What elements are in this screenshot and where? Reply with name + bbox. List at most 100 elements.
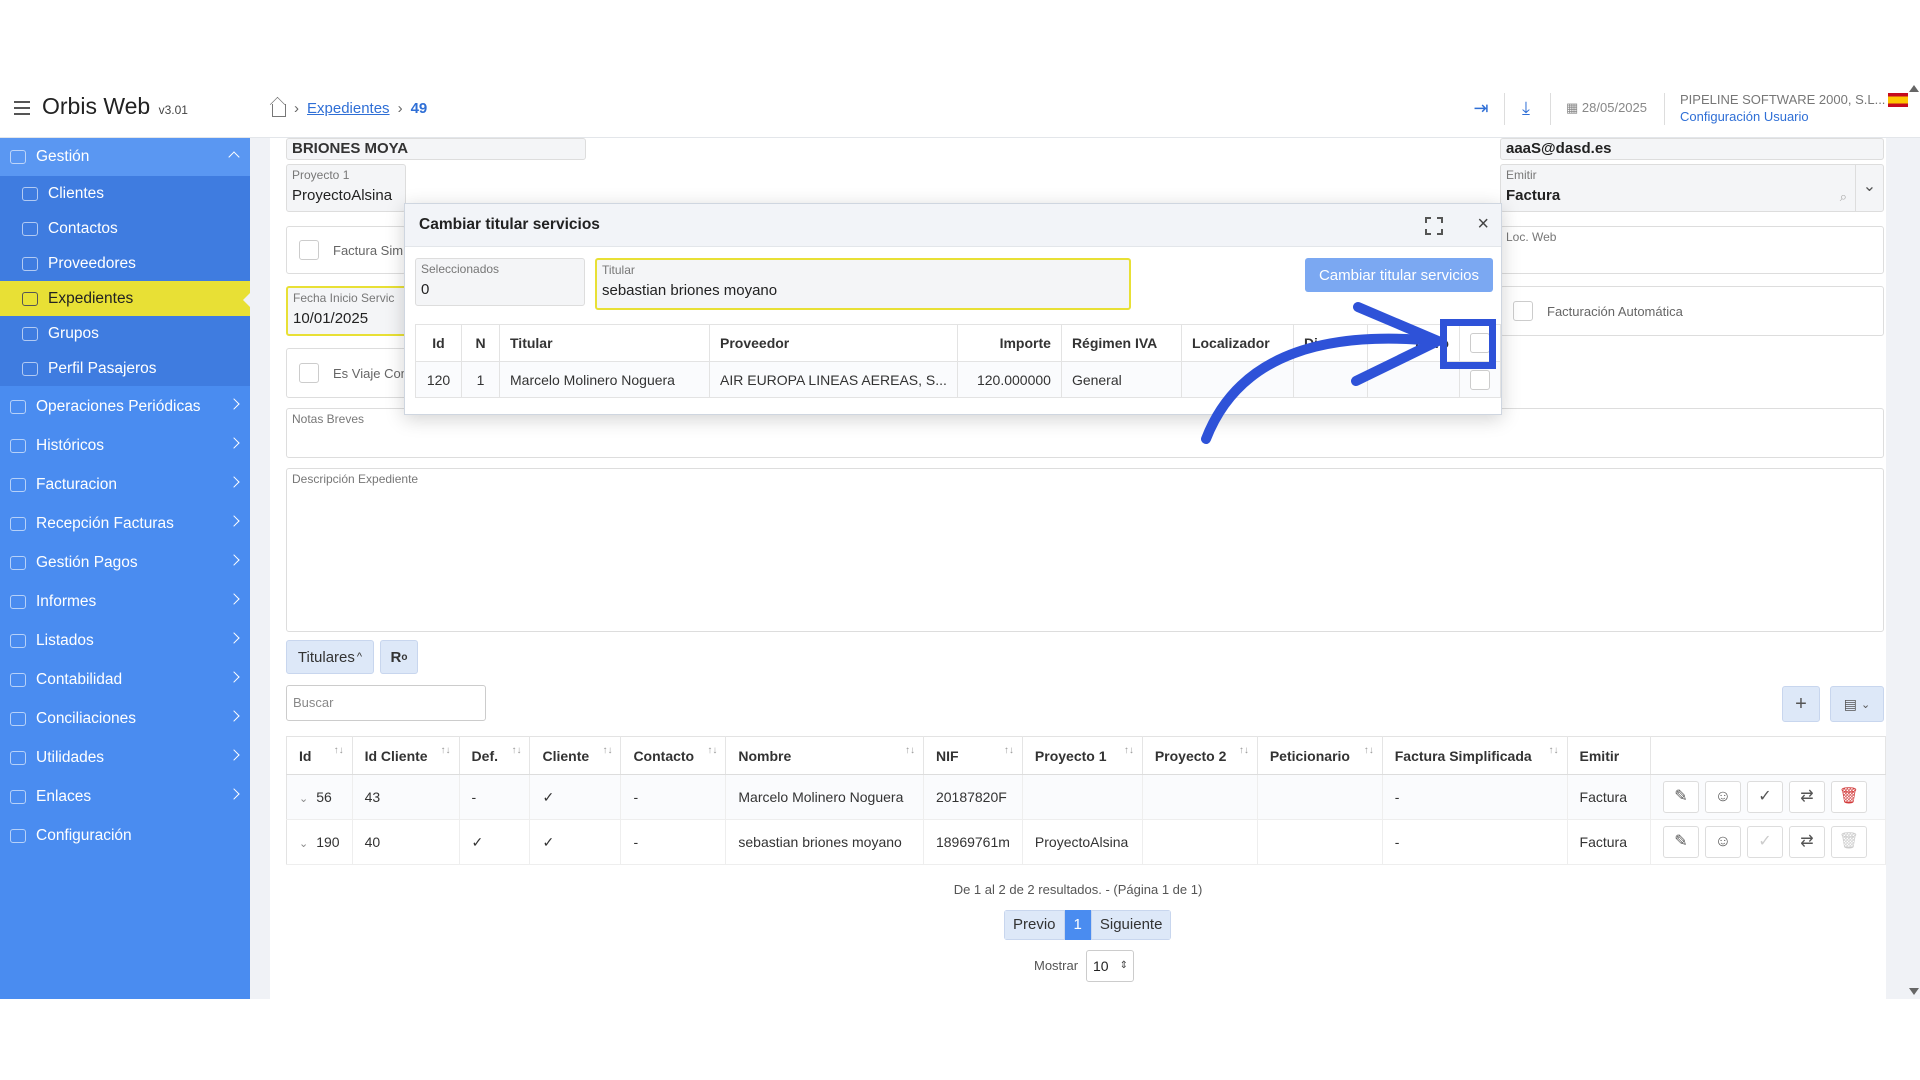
sidebar-item-expedientes[interactable]: Expedientes	[0, 281, 251, 316]
edit-pencil-icon[interactable]: ✎	[1662, 781, 1699, 813]
expand-chevron-icon[interactable]: ⌄	[299, 838, 308, 850]
loc-web-field[interactable]: Loc. Web	[1500, 226, 1884, 274]
date-text: 28/05/2025	[1581, 100, 1647, 115]
sidebar-item-label: Conciliaciones	[36, 710, 136, 727]
column-header-n[interactable]: N	[461, 324, 500, 362]
user-config-link[interactable]: Configuración Usuario	[1680, 109, 1809, 124]
scrollbar[interactable]	[1906, 81, 1920, 999]
download-icon[interactable]: ⤓	[1515, 98, 1537, 120]
sidebar-item-grupos[interactable]: Grupos	[0, 316, 250, 351]
expand-chevron-icon[interactable]: ⌄	[299, 793, 308, 805]
spain-flag-icon[interactable]	[1888, 93, 1908, 107]
titular-value: sebastian briones moyano	[602, 282, 778, 299]
header-name-field[interactable]: BRIONES MOYA	[286, 138, 586, 160]
next-page-button[interactable]: Siguiente	[1090, 910, 1172, 940]
sidebar-item-historicos[interactable]: Históricos	[0, 427, 250, 465]
column-header-proveedor[interactable]: Proveedor	[709, 324, 958, 362]
user-assign-icon[interactable]: Ro	[380, 640, 418, 674]
swap-arrows-icon[interactable]: ⇄	[1788, 826, 1825, 858]
sidebar-group-gestion[interactable]: Gestión	[0, 138, 250, 176]
user-view-icon[interactable]: ☺	[1704, 781, 1741, 813]
column-header-proyecto2[interactable]: Proyecto 2 ↑↓	[1142, 736, 1258, 775]
user-view-icon[interactable]: ☺	[1704, 826, 1741, 858]
sidebar-item-label: Listados	[36, 632, 94, 649]
column-header-id-cliente[interactable]: Id Cliente ↑↓	[352, 736, 460, 775]
close-icon[interactable]: ×	[1477, 213, 1489, 236]
list-icon	[10, 634, 26, 648]
prev-page-button[interactable]: Previo	[1004, 910, 1065, 940]
emitir-select[interactable]: Emitir Factura ⌕ ⌄	[1500, 164, 1884, 212]
swap-arrows-icon[interactable]: ⇄	[1788, 781, 1825, 813]
viaje-combinado-checkbox[interactable]	[299, 363, 319, 383]
checkmark-icon[interactable]: ✓	[1746, 781, 1783, 813]
column-header-emitir[interactable]: Emitir	[1567, 736, 1651, 775]
column-header-cliente[interactable]: Cliente ↑↓	[529, 736, 622, 775]
row-select-checkbox[interactable]	[1469, 369, 1490, 390]
sidebar-item-operaciones-periodicas[interactable]: Operaciones Periódicas	[0, 388, 250, 426]
add-button[interactable]: +	[1782, 686, 1820, 722]
breadcrumb-expedientes-link[interactable]: Expedientes	[307, 100, 390, 117]
sidebar: Gestión Clientes Contactos Proveedores E…	[0, 138, 251, 999]
column-header-contacto[interactable]: Contacto ↑↓	[620, 736, 727, 775]
scroll-up-icon[interactable]	[1909, 85, 1919, 92]
sidebar-item-gestion-pagos[interactable]: Gestión Pagos	[0, 544, 250, 582]
cell-id-value: 56	[316, 789, 332, 805]
sidebar-item-conciliaciones[interactable]: Conciliaciones	[0, 700, 250, 738]
column-header-proyecto1[interactable]: Proyecto 1 ↑↓	[1022, 736, 1143, 775]
cell-nombre: Marcelo Molinero Noguera	[725, 774, 924, 820]
column-header-titular[interactable]: Titular	[499, 324, 710, 362]
columns-toggle-button[interactable]: ▤ ⌄	[1830, 686, 1884, 722]
column-header-regimen-iva[interactable]: Régimen IVA	[1060, 324, 1182, 362]
sidebar-item-enlaces[interactable]: Enlaces	[0, 778, 250, 816]
sidebar-item-facturacion[interactable]: Facturacion	[0, 466, 250, 504]
column-header-id[interactable]: Id ↑↓	[286, 736, 353, 775]
email-field[interactable]: aaaS@dasd.es	[1500, 138, 1884, 160]
chevron-right-icon	[228, 710, 240, 722]
sidebar-item-informes[interactable]: Informes	[0, 583, 250, 621]
table-row[interactable]: ⌄ 190 40 ✓ ✓ - sebastian briones moyano 1…	[286, 819, 1887, 865]
emitir-value: Factura	[1506, 187, 1561, 204]
column-header-importe[interactable]: Importe	[956, 324, 1062, 362]
scroll-down-icon[interactable]	[1909, 988, 1919, 995]
proyecto1-field[interactable]: Proyecto 1 ProyectoAlsina	[286, 164, 406, 212]
column-header-factura-simplificada[interactable]: Factura Simplificada ↑↓	[1382, 736, 1568, 775]
sidebar-item-contabilidad[interactable]: Contabilidad	[0, 661, 250, 699]
tab-titulares[interactable]: Titulares ^	[286, 640, 374, 674]
descripcion-textarea[interactable]: Descripción Expediente	[286, 468, 1884, 632]
titular-select[interactable]: Titular sebastian briones moyano	[595, 258, 1131, 310]
search-input[interactable]: Buscar	[286, 685, 486, 721]
column-header-nif[interactable]: NIF ↑↓	[923, 736, 1023, 775]
maximize-icon[interactable]	[1425, 217, 1443, 235]
column-header-id[interactable]: Id	[415, 324, 462, 362]
page-size-select[interactable]: 10 ⇕	[1086, 950, 1134, 982]
chevron-down-icon[interactable]: ⌄	[1855, 165, 1883, 211]
sidebar-item-label: Expedientes	[48, 289, 134, 307]
sidebar-item-utilidades[interactable]: Utilidades	[0, 739, 250, 777]
cambiar-titular-button[interactable]: Cambiar titular servicios	[1305, 258, 1493, 292]
home-icon[interactable]	[272, 104, 286, 117]
hamburger-menu-icon[interactable]	[14, 101, 30, 115]
sidebar-item-listados[interactable]: Listados	[0, 622, 250, 660]
link-icon	[10, 790, 26, 804]
sidebar-item-clientes[interactable]: Clientes	[0, 176, 250, 211]
sidebar-item-contactos[interactable]: Contactos	[0, 211, 250, 246]
trash-icon[interactable]: 🗑	[1830, 781, 1867, 813]
facturacion-automatica-checkbox[interactable]	[1513, 301, 1533, 321]
sort-icon: ↑↓	[511, 745, 522, 756]
folder-icon	[22, 326, 38, 341]
table-row[interactable]: ⌄ 56 43 - ✓ - Marcelo Molinero Noguera 20…	[286, 774, 1887, 820]
column-header-nombre[interactable]: Nombre ↑↓	[725, 736, 924, 775]
page-1-button[interactable]: 1	[1064, 910, 1091, 940]
column-header-peticionario[interactable]: Peticionario ↑↓	[1257, 736, 1383, 775]
sidebar-item-configuracion[interactable]: Configuración	[0, 817, 250, 855]
column-header-def[interactable]: Def. ↑↓	[459, 736, 531, 775]
cell-def: ✓	[459, 819, 531, 865]
sidebar-item-perfil-pasajeros[interactable]: Perfil Pasajeros	[0, 351, 250, 386]
user-profile-icon	[22, 361, 38, 376]
factura-simplificada-checkbox[interactable]	[299, 240, 319, 260]
sidebar-item-recepcion-facturas[interactable]: Recepción Facturas	[0, 505, 250, 543]
sidebar-item-proveedores[interactable]: Proveedores	[0, 246, 250, 281]
login-icon[interactable]: ⇥	[1470, 98, 1492, 120]
edit-pencil-icon[interactable]: ✎	[1662, 826, 1699, 858]
notas-breves-field[interactable]: Notas Breves	[286, 408, 1884, 458]
